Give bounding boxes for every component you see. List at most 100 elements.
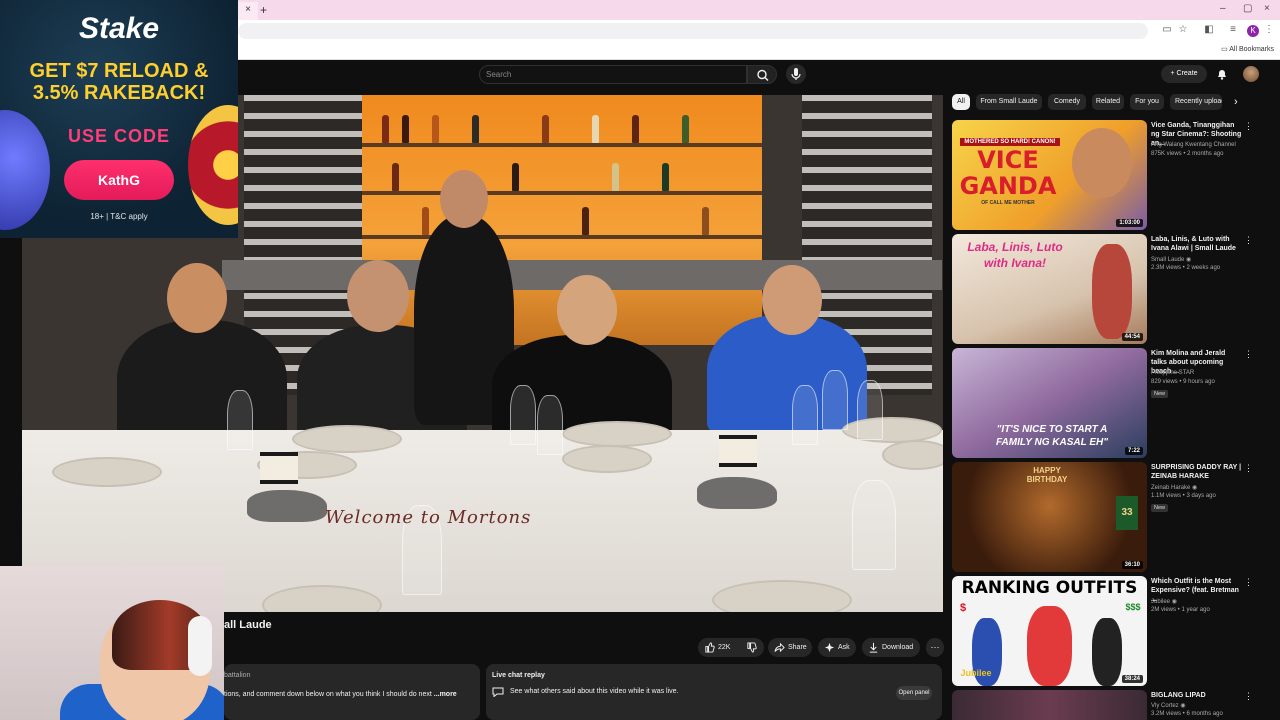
dislike-button[interactable] xyxy=(738,638,764,657)
chip-comedy[interactable]: Comedy xyxy=(1048,94,1086,110)
more-actions-button[interactable]: ⋯ xyxy=(926,638,944,657)
chip-from-small-laude[interactable]: From Small Laude xyxy=(976,94,1042,110)
bottle xyxy=(402,115,409,143)
more-vert-icon[interactable]: ⋮ xyxy=(1244,235,1253,246)
recommendation-channel[interactable]: Vly Cortez ◉ xyxy=(1151,702,1186,709)
chevron-right-icon[interactable]: › xyxy=(1234,96,1246,110)
more-vert-icon[interactable]: ⋮ xyxy=(1244,463,1253,474)
bottle xyxy=(632,115,639,143)
thumbnail-caption: OF CALL ME MOTHER xyxy=(981,200,1035,206)
tab-close-button[interactable]: × xyxy=(238,2,258,20)
screen: × + – ▢ × ▭ ☆ ◧ ≡ ⋮ K ▭ All Bookmarks Se… xyxy=(0,0,1280,720)
video-thumbnail[interactable]: Laba, Linis, Luto with Ivana! 44:54 xyxy=(952,234,1147,344)
video-thumbnail[interactable]: "IT'S NICE TO START A FAMILY NG KASAL EH… xyxy=(952,348,1147,458)
wine-glass xyxy=(822,370,848,430)
new-badge: New xyxy=(1151,390,1169,398)
all-bookmarks-label: All Bookmarks xyxy=(1229,46,1274,53)
recommendation-title[interactable]: SURPRISING DADDY RAY | ZEINAB HARAKE xyxy=(1151,463,1243,481)
stake-ad-overlay[interactable]: Stake GET $7 RELOAD & 3.5% RAKEBACK! USE… xyxy=(0,0,238,238)
recommendation-channel[interactable]: Philippine STAR xyxy=(1151,370,1194,376)
notifications-bell-icon[interactable] xyxy=(1215,67,1229,81)
recommendation-item[interactable]: Laba, Linis, Luto with Ivana! 44:54 Laba… xyxy=(952,234,1264,344)
recommendation-item[interactable]: RANKING OUTFITS $ $$$ Jubilee 38:24 Whic… xyxy=(952,576,1264,686)
new-badge: New xyxy=(1151,504,1169,512)
bottle xyxy=(392,163,399,191)
description-more-link[interactable]: ...more xyxy=(434,691,457,698)
minimize-button[interactable]: – xyxy=(1220,3,1226,14)
like-count: 22K xyxy=(718,644,731,651)
recommendation-meta: 829 views • 9 hours ago xyxy=(1151,379,1215,385)
shelf xyxy=(362,191,762,195)
sparkle-icon xyxy=(824,642,835,653)
share-button[interactable]: Share xyxy=(768,638,812,657)
create-button[interactable]: + Create xyxy=(1161,65,1207,83)
recommendation-item[interactable]: MOTHERED SO HARD! CANON! VICE GANDA OF C… xyxy=(952,120,1264,230)
download-button[interactable]: Download xyxy=(862,638,920,657)
plate xyxy=(562,421,672,447)
recommendation-meta: 1.1M views • 3 days ago xyxy=(1151,493,1216,499)
verified-icon: ◉ xyxy=(1192,485,1198,491)
thumbnail-person xyxy=(1092,244,1132,339)
more-vert-icon[interactable]: ⋮ xyxy=(1244,121,1253,132)
recommendation-item[interactable]: BIGLANG LIPAD Vly Cortez ◉ 3.2M views • … xyxy=(952,690,1264,720)
search-button[interactable] xyxy=(747,65,777,84)
video-thumbnail[interactable] xyxy=(952,690,1147,720)
browser-menu-icon[interactable]: ⋮ xyxy=(1262,23,1276,37)
chip-all[interactable]: All xyxy=(952,94,970,110)
cast-icon[interactable]: ▭ xyxy=(1160,23,1174,37)
chip-for-you[interactable]: For you xyxy=(1130,94,1164,110)
chip-recently-uploaded[interactable]: Recently uploaded xyxy=(1170,94,1222,110)
video-thumbnail[interactable]: MOTHERED SO HARD! CANON! VICE GANDA OF C… xyxy=(952,120,1147,230)
more-vert-icon[interactable]: ⋮ xyxy=(1244,691,1253,702)
recommendation-channel[interactable]: Small Laude ◉ xyxy=(1151,256,1191,263)
live-chat-replay: Live chat replay See what others said ab… xyxy=(486,664,942,720)
recommendation-channel[interactable]: Zeinab Harake ◉ xyxy=(1151,484,1197,491)
all-bookmarks-button[interactable]: ▭ All Bookmarks xyxy=(1221,45,1274,53)
recommendation-channel[interactable]: Jubilee ◉ xyxy=(1151,598,1177,605)
video-thumbnail[interactable]: RANKING OUTFITS $ $$$ Jubilee 38:24 xyxy=(952,576,1147,686)
recommendation-channel[interactable]: Ang Walang Kwentang Channel xyxy=(1151,142,1236,148)
live-chat-title: Live chat replay xyxy=(492,672,545,679)
thumbnail-caption: "IT'S NICE TO START A xyxy=(996,424,1108,435)
chip-related[interactable]: Related xyxy=(1092,94,1124,110)
thumbnail-caption: 33 xyxy=(1116,496,1138,530)
close-window-button[interactable]: × xyxy=(1264,3,1270,14)
ad-promo-code[interactable]: KathG xyxy=(64,160,174,200)
live-chat-subtitle: See what others said about this video wh… xyxy=(510,688,679,695)
more-vert-icon[interactable]: ⋮ xyxy=(1244,349,1253,360)
channel-name: Zeinab Harake xyxy=(1151,485,1191,491)
diner-third-head xyxy=(557,275,617,345)
like-button[interactable]: 22K xyxy=(698,638,738,657)
verified-icon: ◉ xyxy=(1180,703,1186,709)
filter-chips: All From Small Laude Comedy Related For … xyxy=(952,94,1252,112)
extensions-icon[interactable]: ◧ xyxy=(1202,23,1216,37)
bookmark-star-icon[interactable]: ☆ xyxy=(1176,23,1190,37)
ad-headline-2: 3.5% RAKEBACK! xyxy=(32,82,206,104)
bottle xyxy=(612,163,619,191)
recommendation-meta: 875K views • 2 months ago xyxy=(1151,151,1224,157)
video-thumbnail[interactable]: HAPPY BIRTHDAY 33 36:10 xyxy=(952,462,1147,572)
recommendation-item[interactable]: "IT'S NICE TO START A FAMILY NG KASAL EH… xyxy=(952,348,1264,458)
shelf xyxy=(362,235,762,239)
voice-search-button[interactable] xyxy=(786,64,806,84)
create-label: Create xyxy=(1176,70,1198,77)
recommendation-title[interactable]: Laba, Linis, & Luto with Ivana Alawi | S… xyxy=(1151,235,1243,253)
media-icon[interactable]: ≡ xyxy=(1226,23,1240,37)
ask-button[interactable]: Ask xyxy=(818,638,856,657)
maximize-button[interactable]: ▢ xyxy=(1243,3,1252,14)
channel-name: Vly Cortez xyxy=(1151,703,1179,709)
browser-profile-avatar[interactable]: K xyxy=(1247,25,1259,37)
thumbnail-caption: Laba, Linis, Luto xyxy=(967,240,1063,254)
description-box[interactable]: battalion tions, and comment down below … xyxy=(224,664,480,720)
address-bar[interactable] xyxy=(238,23,1148,39)
more-vert-icon[interactable]: ⋮ xyxy=(1244,577,1253,588)
account-avatar[interactable] xyxy=(1243,66,1259,82)
bottle xyxy=(472,115,479,143)
new-tab-button[interactable]: + xyxy=(260,2,267,18)
search-input[interactable]: Search xyxy=(479,65,747,84)
recommendation-item[interactable]: HAPPY BIRTHDAY 33 36:10 SURPRISING DADDY… xyxy=(952,462,1264,572)
thumbs-up-icon xyxy=(705,642,715,653)
bottle xyxy=(682,115,689,143)
recommendation-title[interactable]: BIGLANG LIPAD xyxy=(1151,691,1243,700)
open-panel-button[interactable]: Open panel xyxy=(896,686,932,700)
